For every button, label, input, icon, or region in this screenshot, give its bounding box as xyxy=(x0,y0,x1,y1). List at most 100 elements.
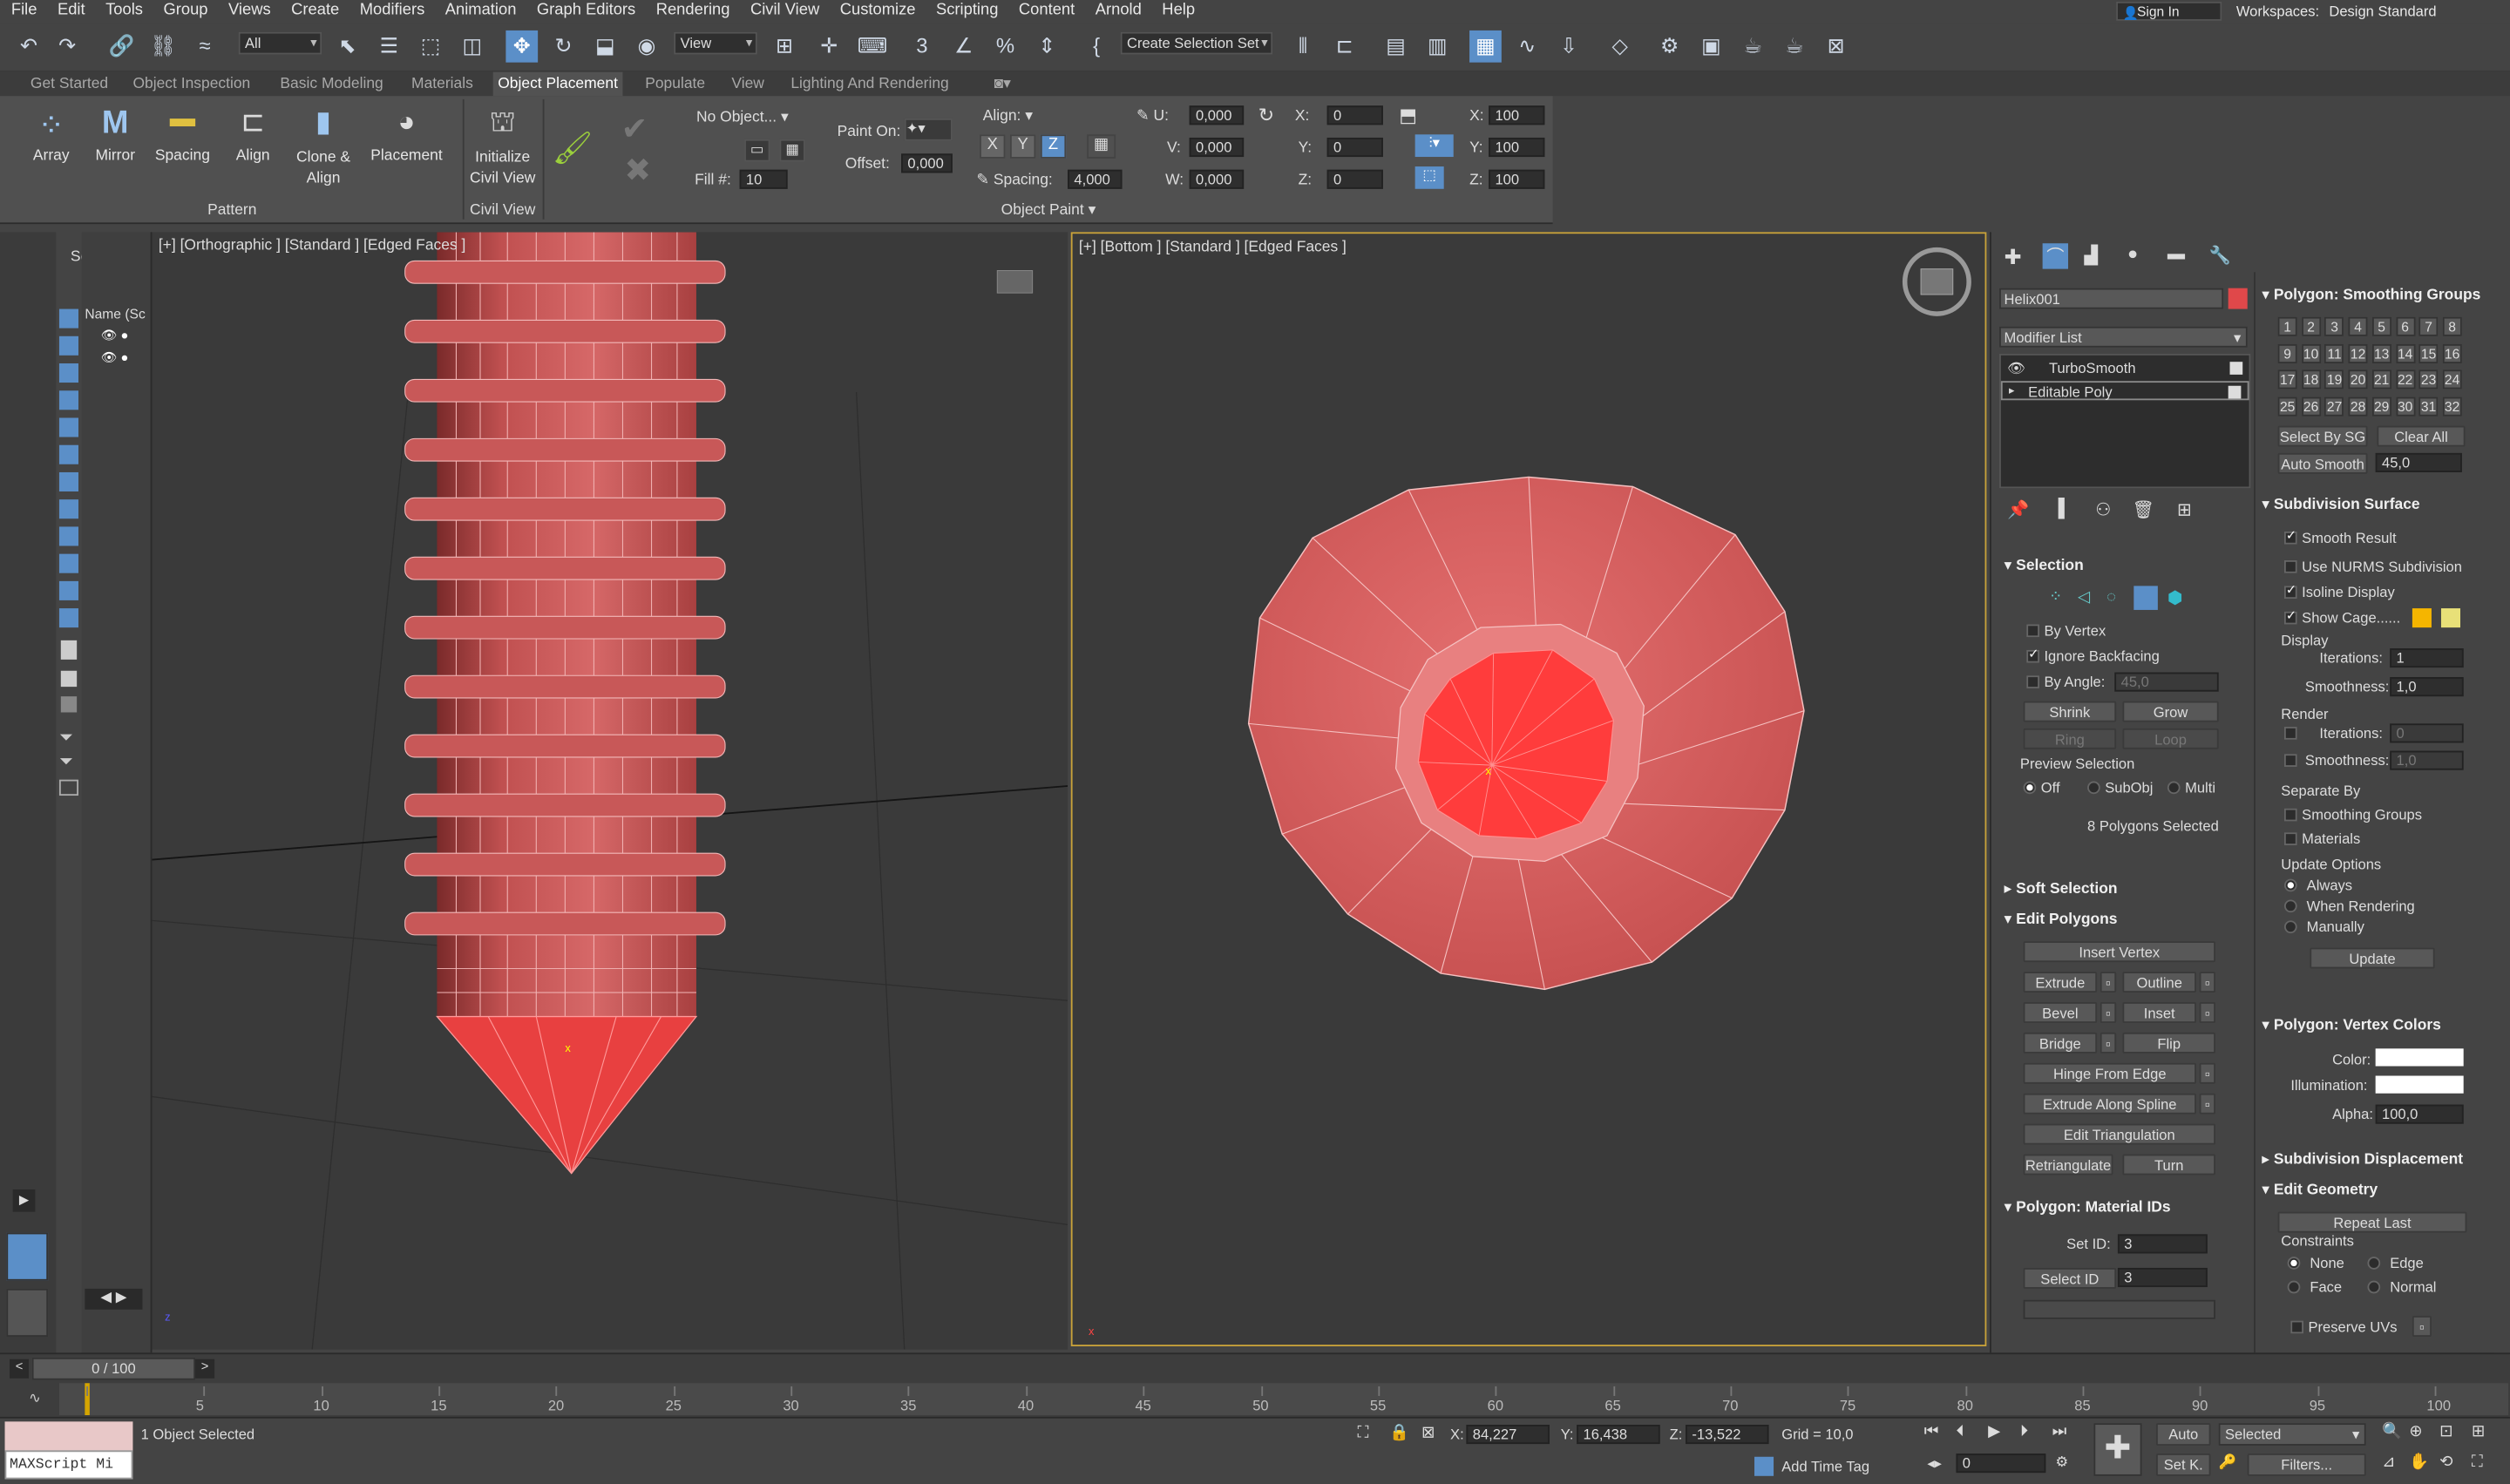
bridge-button[interactable]: Bridge xyxy=(2023,1032,2098,1054)
smoothing-group-button[interactable]: 23 xyxy=(2418,369,2439,390)
placement-button[interactable]: ◕ Placement xyxy=(368,105,444,165)
smoothing-group-button[interactable]: 30 xyxy=(2395,396,2415,416)
edit-geometry-rollout-header[interactable]: ▾ Edit Geometry xyxy=(2262,1182,2378,1199)
scene-explorer-toggle[interactable] xyxy=(6,1232,49,1281)
schematic-view-icon[interactable]: ⇩ xyxy=(1553,30,1585,63)
smoothing-group-button[interactable]: 15 xyxy=(2418,343,2439,363)
display-containers-icon[interactable] xyxy=(58,553,78,573)
remove-modifier-icon[interactable]: 🗑 xyxy=(2132,499,2154,520)
menu-views[interactable]: Views xyxy=(228,0,271,19)
key-mode-icon[interactable]: ◂▸ xyxy=(1927,1455,1942,1473)
pick-list-icon[interactable]: ▦ xyxy=(779,139,805,162)
zoom-extents-icon[interactable]: ⊡ xyxy=(2439,1423,2452,1440)
menu-file[interactable]: File xyxy=(11,0,37,19)
show-cage-checkbox[interactable] xyxy=(2283,608,2297,625)
iterations-spinner[interactable]: 1 xyxy=(2390,648,2464,668)
w-spinner[interactable]: 0,000 xyxy=(1189,169,1245,189)
loop-button[interactable]: Loop xyxy=(2122,728,2219,749)
display-lights-icon[interactable] xyxy=(58,363,78,383)
angle-spinner[interactable]: 45,0 xyxy=(2114,672,2219,692)
set-key-icon[interactable]: ✚ xyxy=(2093,1423,2142,1476)
stack-item-turbosmooth[interactable]: 👁 TurboSmooth xyxy=(2001,359,2249,378)
shrink-button[interactable]: Shrink xyxy=(2023,701,2117,722)
paint-brush-icon[interactable]: 🖌 xyxy=(553,128,594,168)
constraint-face-radio[interactable] xyxy=(2287,1280,2301,1294)
inset-button[interactable]: Inset xyxy=(2122,1002,2196,1023)
rect-selection-icon[interactable]: ⬚ xyxy=(415,30,447,63)
vertex-colors-rollout-header[interactable]: ▾ Polygon: Vertex Colors xyxy=(2262,1017,2441,1034)
smoothing-group-button[interactable]: 17 xyxy=(2277,369,2297,390)
material-name-dropdown[interactable] xyxy=(2023,1299,2215,1319)
smoothing-group-button[interactable]: 31 xyxy=(2418,396,2439,416)
smoothing-group-button[interactable]: 13 xyxy=(2371,343,2391,363)
clone-align-button[interactable]: ▮ Clone & Align xyxy=(288,105,359,189)
smoothing-group-button[interactable]: 32 xyxy=(2442,396,2462,416)
viewport-bottom[interactable]: x x [+] [Bottom ] [Standard ] [Edged Fac… xyxy=(1070,232,1987,1347)
ring-button[interactable]: Ring xyxy=(2023,728,2117,749)
field-of-view-icon[interactable]: ⊿ xyxy=(2382,1454,2395,1471)
smoothing-group-button[interactable]: 19 xyxy=(2324,369,2344,390)
redo-icon[interactable]: ↷ xyxy=(51,30,84,63)
smoothing-group-button[interactable]: 3 xyxy=(2324,316,2344,336)
smoothing-group-button[interactable]: 2 xyxy=(2301,316,2321,336)
render-setup-icon[interactable]: ⚙ xyxy=(1653,30,1686,63)
ignore-backfacing-checkbox[interactable] xyxy=(2026,647,2039,663)
align-icon[interactable]: ⊏ xyxy=(1328,30,1360,63)
tab-view[interactable]: View xyxy=(731,75,764,92)
update-manually-radio[interactable] xyxy=(2283,920,2297,934)
array-button[interactable]: ⁘ Array xyxy=(25,105,77,165)
cancel-x-icon[interactable]: ✖ xyxy=(624,151,651,191)
display-groups-icon[interactable] xyxy=(58,471,78,491)
key-filters-button[interactable]: Filters... xyxy=(2247,1454,2366,1476)
angle-snap-icon[interactable]: ∠ xyxy=(947,30,980,63)
bind-space-warp-icon[interactable]: ≈ xyxy=(189,30,221,63)
update-when-rendering-radio[interactable] xyxy=(2283,899,2297,913)
grow-button[interactable]: Grow xyxy=(2122,701,2219,722)
bevel-settings-button[interactable]: ▫ xyxy=(2100,1002,2117,1023)
ribbon-options-icon[interactable]: ◙▾ xyxy=(994,75,1011,92)
display-xrefs-icon[interactable] xyxy=(58,499,78,519)
preserve-uvs-settings-button[interactable]: ▫ xyxy=(2412,1316,2432,1337)
bridge-settings-button[interactable]: ▫ xyxy=(2100,1032,2117,1054)
menu-scripting[interactable]: Scripting xyxy=(936,0,998,19)
curve-editor-icon[interactable]: ∿ xyxy=(1511,30,1543,63)
initialize-civil-view-button[interactable]: ⛫ Initialize Civil View xyxy=(467,105,538,189)
zoom-extents-all-icon[interactable]: ⊞ xyxy=(2472,1423,2485,1440)
separate-smoothing-groups-checkbox[interactable] xyxy=(2283,808,2297,822)
illumination-swatch[interactable] xyxy=(2375,1075,2464,1094)
absolute-transform-icon[interactable]: ⊠ xyxy=(1421,1425,1435,1442)
hierarchy-tab-icon[interactable]: ▟ xyxy=(2084,245,2098,266)
render-smoothness-spinner[interactable]: 1,0 xyxy=(2390,750,2464,770)
smoothing-group-button[interactable]: 1 xyxy=(2277,316,2297,336)
zoom-all-icon[interactable]: ⊕ xyxy=(2409,1423,2422,1440)
smoothness-spinner[interactable]: 1,0 xyxy=(2390,677,2464,697)
polygon-mode-icon[interactable] xyxy=(2134,586,2158,610)
display-spacewarps-icon[interactable] xyxy=(58,444,78,464)
lock-selection-icon[interactable]: 🔒 xyxy=(1389,1425,1409,1442)
motion-tab-icon[interactable]: ● xyxy=(2127,245,2138,264)
left-viewport-label[interactable]: [+] [Orthographic ] [Standard ] [Edged F… xyxy=(159,237,466,254)
x-coord-spinner[interactable]: 84,227 xyxy=(1466,1425,1550,1445)
element-mode-icon[interactable]: ⬢ xyxy=(2167,587,2183,608)
subdivision-displacement-rollout-header[interactable]: ▸ Subdivision Displacement xyxy=(2262,1151,2463,1169)
selection-set-combo[interactable]: Create Selection Set xyxy=(1120,31,1273,55)
menu-civil-view[interactable]: Civil View xyxy=(750,0,819,19)
smoothing-group-button[interactable]: 11 xyxy=(2324,343,2344,363)
vertex-color-swatch[interactable] xyxy=(2375,1048,2464,1067)
keyboard-shortcut-icon[interactable]: ⌨ xyxy=(857,30,889,63)
smoothing-groups-rollout-header[interactable]: ▾ Polygon: Smoothing Groups xyxy=(2262,287,2480,304)
placement-icon[interactable]: ◉ xyxy=(631,30,663,63)
smooth-result-checkbox[interactable] xyxy=(2283,528,2297,545)
scale-jitter-icon[interactable]: ⬒ xyxy=(1399,104,1417,126)
scale-z-spinner[interactable]: 100 xyxy=(1489,169,1545,189)
menu-modifiers[interactable]: Modifiers xyxy=(360,0,425,19)
menu-edit[interactable]: Edit xyxy=(58,0,85,19)
rendered-frame-icon[interactable]: ▣ xyxy=(1695,30,1727,63)
menu-rendering[interactable]: Rendering xyxy=(656,0,730,19)
rot-z-spinner[interactable]: 0 xyxy=(1326,169,1383,189)
prev-frame-icon[interactable]: ⏴ xyxy=(1956,1423,1964,1440)
stack-toggle[interactable] xyxy=(2228,385,2242,399)
rot-x-spinner[interactable]: 0 xyxy=(1326,105,1383,125)
unlink-icon[interactable]: ⛓ xyxy=(147,30,180,63)
tab-object-inspection[interactable]: Object Inspection xyxy=(132,75,250,92)
